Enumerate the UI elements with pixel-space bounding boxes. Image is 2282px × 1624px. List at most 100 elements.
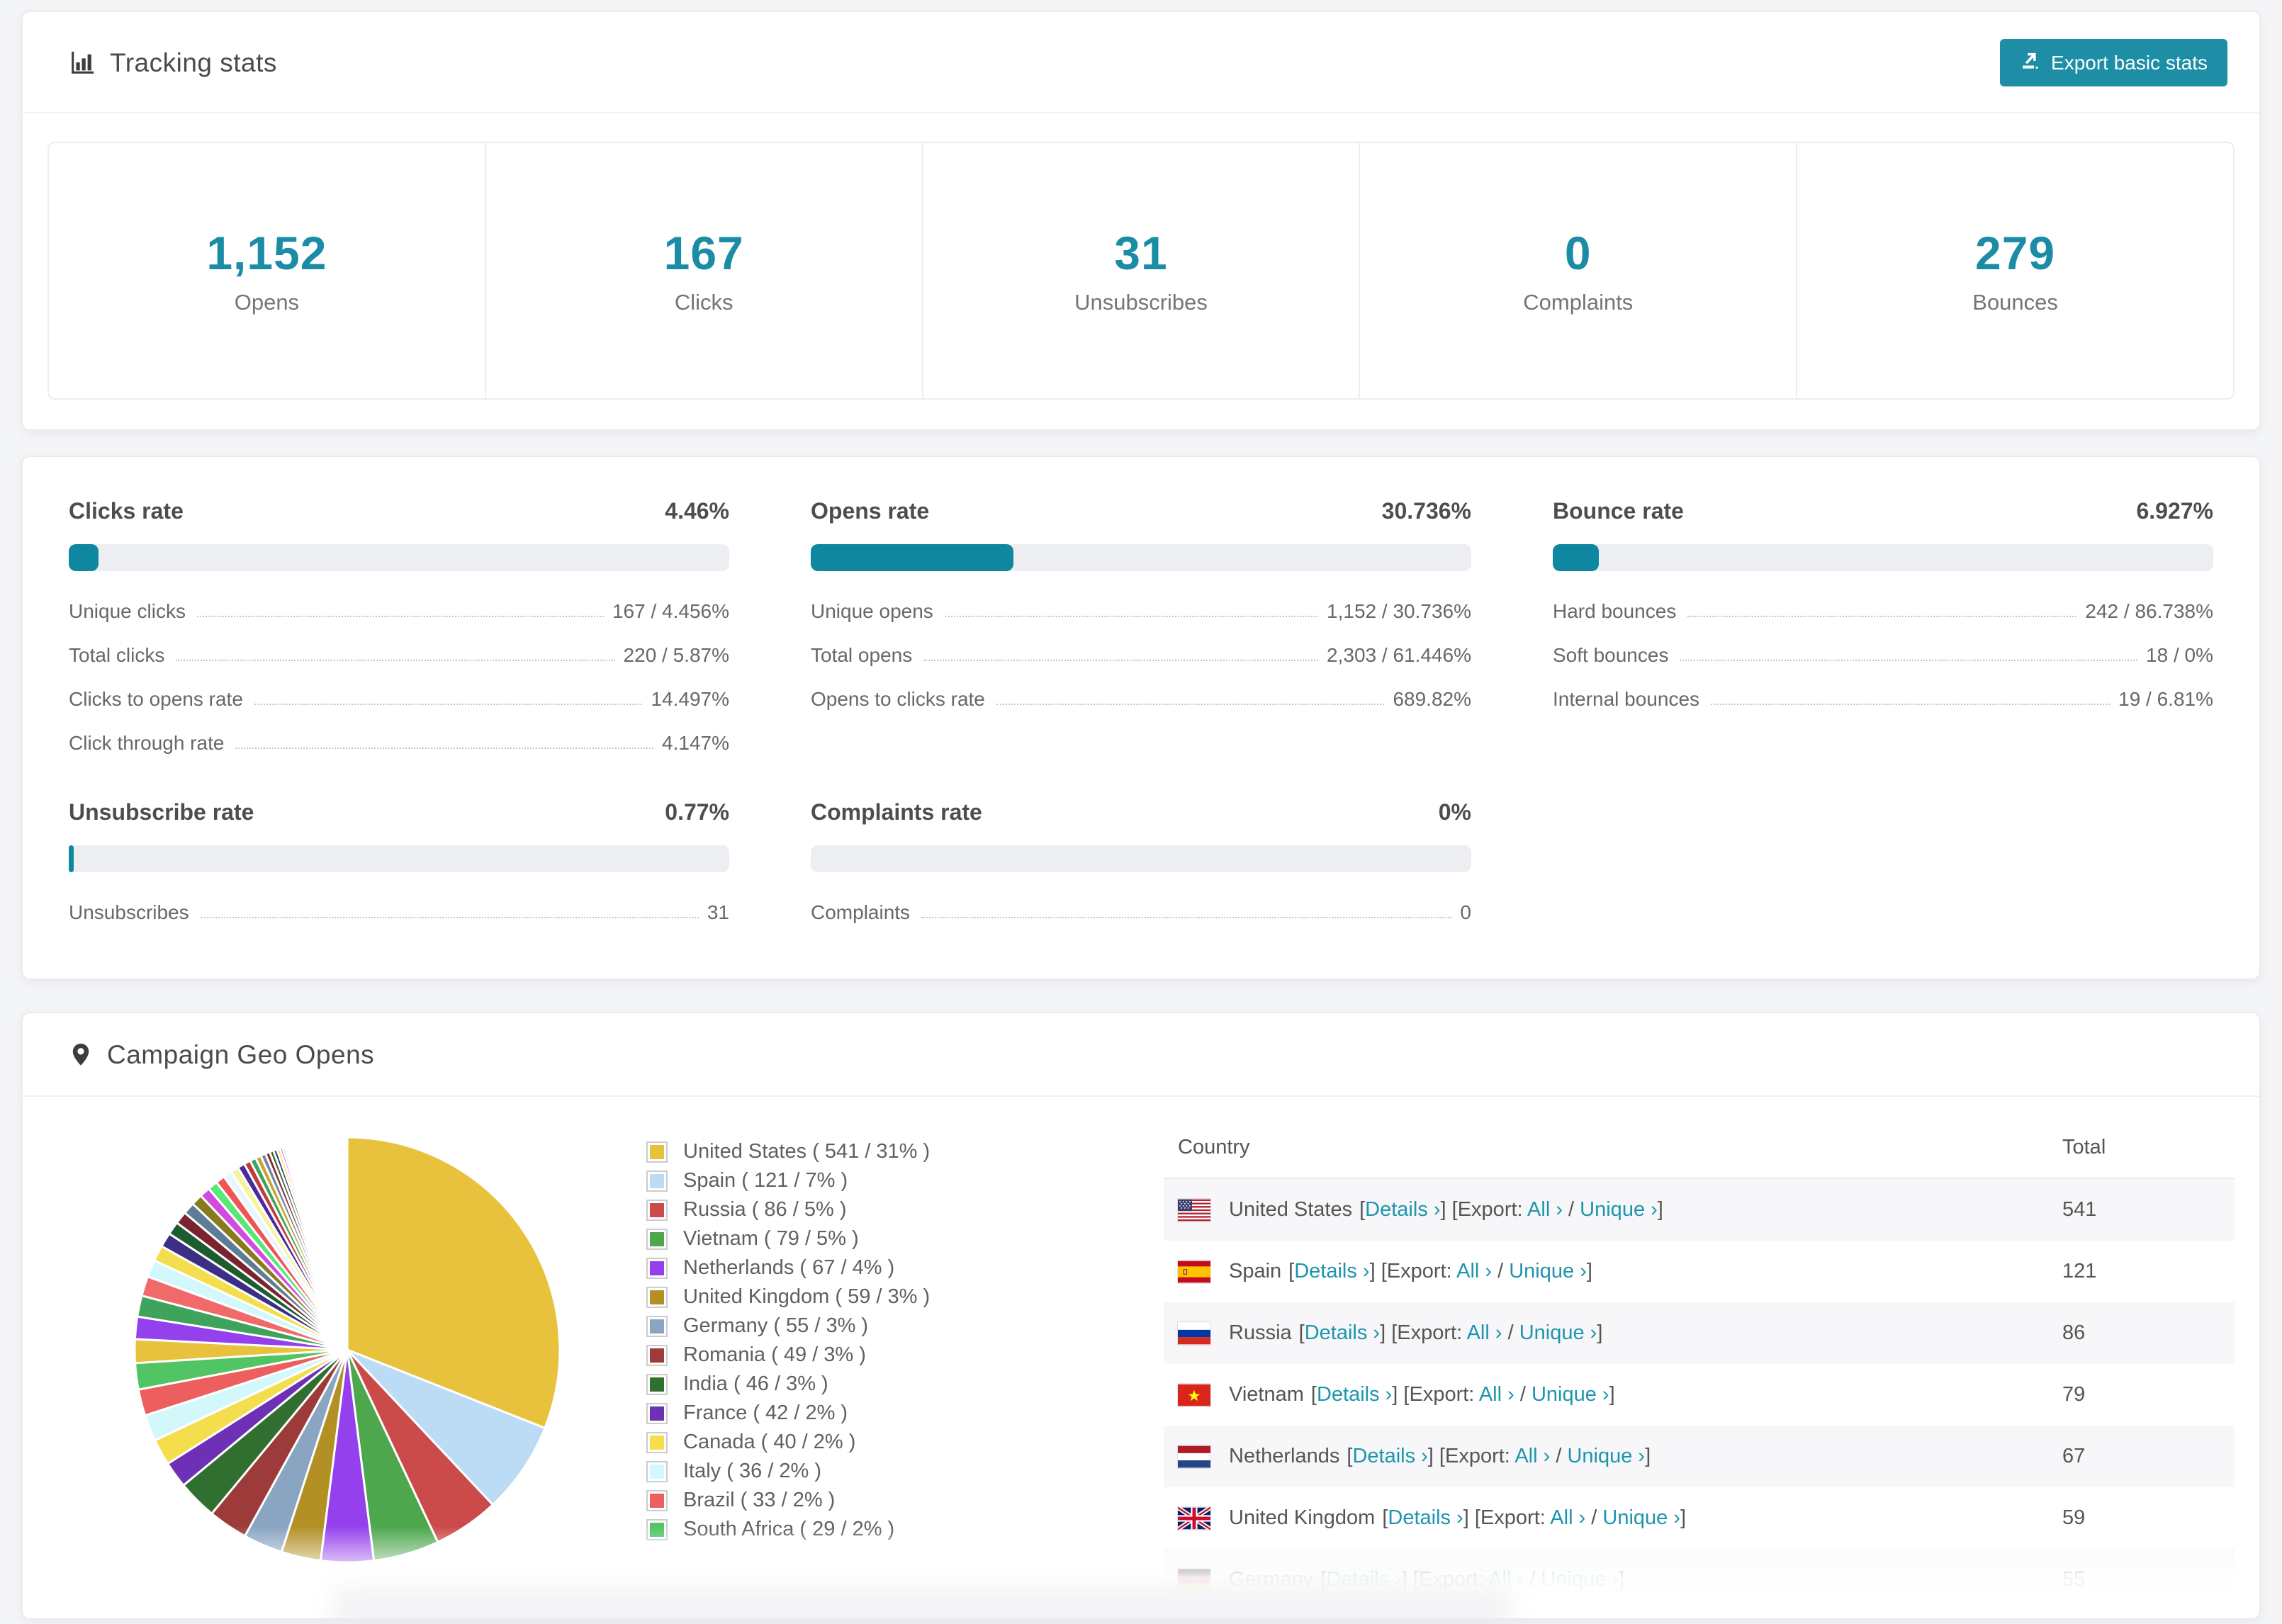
rate-title: Complaints rate [811, 799, 982, 825]
export-all-link[interactable]: All › [1514, 1445, 1550, 1467]
flag-icon-gb [1178, 1507, 1210, 1530]
bracket: / [1550, 1445, 1568, 1467]
dotted-leader [1687, 616, 2077, 617]
metric-label: Unique clicks [69, 600, 186, 622]
details-link[interactable]: Details › [1317, 1383, 1392, 1406]
rate-section-complaints-rate: Complaints rate 0% Complaints 0 [811, 799, 1471, 935]
metric-label: Click through rate [69, 732, 225, 754]
bracket: ] [1609, 1383, 1615, 1406]
metrics-list: Unique opens 1,152 / 30.736% Total opens 2,… [811, 590, 1471, 721]
geo-legend: United States ( 541 / 31% ) Spain ( 121 /… [646, 1137, 1164, 1611]
rate-section-clicks-rate: Clicks rate 4.46% Unique clicks 167 / 4.456… [69, 498, 729, 765]
metric-label: Total opens [811, 644, 913, 666]
bracket: ] [1380, 1321, 1392, 1344]
pie-svg [133, 1136, 561, 1564]
stat-value: 31 [1114, 227, 1168, 279]
legend-item-france: France ( 42 / 2% ) [646, 1399, 1164, 1428]
metric-row: Unsubscribes 31 [69, 891, 729, 935]
bar-chart-icon [69, 50, 96, 77]
stat-box-clicks: 167 Clicks [484, 143, 922, 398]
country-cell: Vietnam [Details ›] [Export: All › / Uniq… [1164, 1364, 2054, 1426]
dotted-leader [921, 917, 1452, 918]
rate-value: 0.77% [665, 799, 729, 825]
dotted-leader [254, 704, 643, 705]
tracking-stats-title-row: Tracking stats [69, 48, 277, 78]
stat-label: Clicks [674, 290, 734, 315]
export-unique-link[interactable]: Unique › [1519, 1321, 1597, 1344]
metric-row: Internal bounces 19 / 6.81% [1553, 677, 2213, 721]
stat-value: 167 [663, 227, 744, 279]
progress-bar [69, 845, 729, 872]
export-all-link[interactable]: All › [1479, 1383, 1514, 1406]
export-unique-link[interactable]: Unique › [1602, 1506, 1680, 1529]
legend-swatch [646, 1315, 668, 1337]
progress-bar-fill [69, 845, 74, 872]
export-unique-link[interactable]: Unique › [1541, 1568, 1619, 1591]
rate-title: Opens rate [811, 498, 930, 524]
geo-table-body: United States [Details ›] [Export: All › … [1164, 1178, 2235, 1611]
country-cell: United States [Details ›] [Export: All › … [1164, 1178, 2054, 1241]
export-all-link[interactable]: All › [1456, 1260, 1492, 1282]
export-prefix: [Export: [1391, 1321, 1467, 1344]
legend-label: Romania ( 49 / 3% ) [683, 1343, 866, 1366]
details-link[interactable]: Details › [1305, 1321, 1380, 1344]
legend-label: Germany ( 55 / 3% ) [683, 1314, 869, 1337]
export-unique-link[interactable]: Unique › [1567, 1445, 1645, 1467]
legend-item-united-states: United States ( 541 / 31% ) [646, 1137, 1164, 1166]
legend-label: Canada ( 40 / 2% ) [683, 1431, 856, 1453]
metrics-list: Unique clicks 167 / 4.456% Total clicks 220… [69, 590, 729, 765]
export-unique-link[interactable]: Unique › [1580, 1198, 1658, 1221]
bracket: [ [1310, 1383, 1317, 1406]
rate-value: 0% [1438, 799, 1471, 825]
metric-value: 2,303 / 61.446% [1327, 644, 1471, 666]
column-header-total: Total [2054, 1115, 2235, 1179]
legend-label: Vietnam ( 79 / 5% ) [683, 1227, 859, 1250]
metric-row: Total opens 2,303 / 61.446% [811, 633, 1471, 677]
details-link[interactable]: Details › [1294, 1260, 1369, 1282]
metric-row: Unique clicks 167 / 4.456% [69, 590, 729, 633]
legend-swatch [646, 1257, 668, 1279]
bracket: ] [1680, 1506, 1687, 1529]
metric-label: Complaints [811, 901, 911, 923]
legend-item-vietnam: Vietnam ( 79 / 5% ) [646, 1224, 1164, 1253]
export-all-link[interactable]: All › [1550, 1506, 1585, 1529]
stat-box-bounces: 279 Bounces [1796, 143, 2233, 398]
legend-item-spain: Spain ( 121 / 7% ) [646, 1166, 1164, 1195]
details-link[interactable]: Details › [1352, 1445, 1427, 1467]
metric-value: 31 [707, 901, 729, 923]
legend-item-russia: Russia ( 86 / 5% ) [646, 1195, 1164, 1224]
rate-head: Complaints rate 0% [811, 799, 1471, 825]
geo-header: Campaign Geo Opens [23, 1013, 2259, 1097]
flag-icon-es [1178, 1261, 1210, 1283]
table-row-vietnam: Vietnam [Details ›] [Export: All › / Uniq… [1164, 1364, 2235, 1426]
bracket: ] [1618, 1568, 1625, 1591]
legend-swatch [646, 1402, 668, 1424]
metric-label: Unsubscribes [69, 901, 189, 923]
rate-head: Unsubscribe rate 0.77% [69, 799, 729, 825]
metric-value: 242 / 86.738% [2085, 600, 2213, 622]
legend-item-netherlands: Netherlands ( 67 / 4% ) [646, 1253, 1164, 1282]
country-name: Spain [1229, 1260, 1282, 1282]
export-all-link[interactable]: All › [1527, 1198, 1563, 1221]
rate-title: Clicks rate [69, 498, 184, 524]
metric-label: Total clicks [69, 644, 165, 666]
export-unique-link[interactable]: Unique › [1531, 1383, 1609, 1406]
details-link[interactable]: Details › [1388, 1506, 1463, 1529]
export-all-link[interactable]: All › [1467, 1321, 1502, 1344]
metric-value: 1,152 / 30.736% [1327, 600, 1471, 622]
stat-box-opens: 1,152 Opens [49, 143, 485, 398]
bracket: / [1502, 1321, 1519, 1344]
rate-head: Bounce rate 6.927% [1553, 498, 2213, 524]
export-basic-stats-button[interactable]: Export basic stats [2000, 39, 2227, 86]
bracket: ] [1586, 1260, 1592, 1282]
legend-swatch [646, 1170, 668, 1192]
legend-label: Netherlands ( 67 / 4% ) [683, 1256, 895, 1279]
bracket: ] [1463, 1506, 1475, 1529]
country-cell: Netherlands [Details ›] [Export: All › / … [1164, 1426, 2054, 1487]
flag-icon-us [1178, 1199, 1210, 1222]
export-unique-link[interactable]: Unique › [1509, 1260, 1587, 1282]
metric-label: Internal bounces [1553, 688, 1700, 710]
bracket: / [1524, 1568, 1541, 1591]
table-row-united-states: United States [Details ›] [Export: All › … [1164, 1178, 2235, 1241]
details-link[interactable]: Details › [1365, 1198, 1440, 1221]
